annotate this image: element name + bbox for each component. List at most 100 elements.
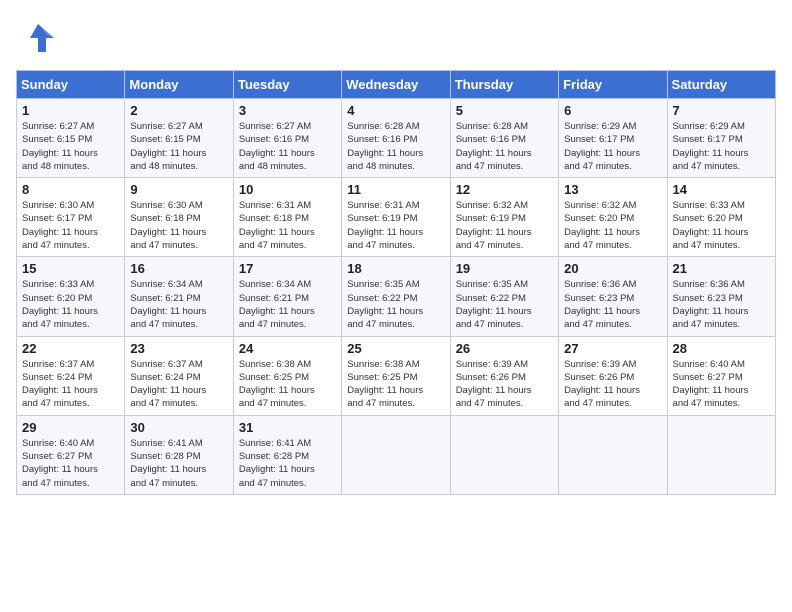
calendar-week-1: 1Sunrise: 6:27 AMSunset: 6:15 PMDaylight… xyxy=(17,99,776,178)
calendar-cell: 7 Sunrise: 6:29 AMSunset: 6:17 PMDaylight… xyxy=(667,99,775,178)
day-info: Sunrise: 6:40 AMSunset: 6:27 PMDaylight:… xyxy=(673,358,770,411)
weekday-header-friday: Friday xyxy=(559,71,667,99)
calendar-cell: 30 Sunrise: 6:41 AMSunset: 6:28 PMDayligh… xyxy=(125,415,233,494)
day-number: 12 xyxy=(456,182,553,197)
calendar-cell: 27 Sunrise: 6:39 AMSunset: 6:26 PMDayligh… xyxy=(559,336,667,415)
day-number: 29 xyxy=(22,420,119,435)
day-info: Sunrise: 6:28 AMSunset: 6:16 PMDaylight:… xyxy=(347,120,444,173)
day-info: Sunrise: 6:34 AMSunset: 6:21 PMDaylight:… xyxy=(130,278,227,331)
calendar-cell: 8 Sunrise: 6:30 AMSunset: 6:17 PMDaylight… xyxy=(17,178,125,257)
calendar-cell xyxy=(450,415,558,494)
calendar-cell: 10 Sunrise: 6:31 AMSunset: 6:18 PMDayligh… xyxy=(233,178,341,257)
calendar-cell: 18 Sunrise: 6:35 AMSunset: 6:22 PMDayligh… xyxy=(342,257,450,336)
day-info: Sunrise: 6:27 AMSunset: 6:16 PMDaylight:… xyxy=(239,120,336,173)
day-info: Sunrise: 6:32 AMSunset: 6:19 PMDaylight:… xyxy=(456,199,553,252)
day-info: Sunrise: 6:37 AMSunset: 6:24 PMDaylight:… xyxy=(130,358,227,411)
calendar-cell: 24 Sunrise: 6:38 AMSunset: 6:25 PMDayligh… xyxy=(233,336,341,415)
day-info: Sunrise: 6:30 AMSunset: 6:17 PMDaylight:… xyxy=(22,199,119,252)
day-info: Sunrise: 6:35 AMSunset: 6:22 PMDaylight:… xyxy=(456,278,553,331)
calendar-week-2: 8 Sunrise: 6:30 AMSunset: 6:17 PMDaylight… xyxy=(17,178,776,257)
day-number: 30 xyxy=(130,420,227,435)
day-info: Sunrise: 6:38 AMSunset: 6:25 PMDaylight:… xyxy=(347,358,444,411)
calendar-cell: 14 Sunrise: 6:33 AMSunset: 6:20 PMDayligh… xyxy=(667,178,775,257)
weekday-header-saturday: Saturday xyxy=(667,71,775,99)
calendar-cell: 17Sunrise: 6:34 AMSunset: 6:21 PMDayligh… xyxy=(233,257,341,336)
calendar-cell: 11 Sunrise: 6:31 AMSunset: 6:19 PMDayligh… xyxy=(342,178,450,257)
day-number: 15 xyxy=(22,261,119,276)
day-number: 20 xyxy=(564,261,661,276)
day-number: 25 xyxy=(347,341,444,356)
day-number: 23 xyxy=(130,341,227,356)
day-info: Sunrise: 6:31 AMSunset: 6:18 PMDaylight:… xyxy=(239,199,336,252)
day-number: 18 xyxy=(347,261,444,276)
day-number: 28 xyxy=(673,341,770,356)
day-info: Sunrise: 6:39 AMSunset: 6:26 PMDaylight:… xyxy=(456,358,553,411)
calendar-cell: 16Sunrise: 6:34 AMSunset: 6:21 PMDayligh… xyxy=(125,257,233,336)
day-number: 3 xyxy=(239,103,336,118)
calendar-cell: 6 Sunrise: 6:29 AMSunset: 6:17 PMDaylight… xyxy=(559,99,667,178)
calendar-cell: 22Sunrise: 6:37 AMSunset: 6:24 PMDayligh… xyxy=(17,336,125,415)
day-number: 4 xyxy=(347,103,444,118)
calendar-cell: 26 Sunrise: 6:39 AMSunset: 6:26 PMDayligh… xyxy=(450,336,558,415)
day-info: Sunrise: 6:41 AMSunset: 6:28 PMDaylight:… xyxy=(239,437,336,490)
calendar-cell: 9 Sunrise: 6:30 AMSunset: 6:18 PMDaylight… xyxy=(125,178,233,257)
weekday-header-wednesday: Wednesday xyxy=(342,71,450,99)
logo-icon xyxy=(16,16,60,60)
day-info: Sunrise: 6:33 AMSunset: 6:20 PMDaylight:… xyxy=(673,199,770,252)
calendar-cell: 29 Sunrise: 6:40 AMSunset: 6:27 PMDayligh… xyxy=(17,415,125,494)
day-info: Sunrise: 6:31 AMSunset: 6:19 PMDaylight:… xyxy=(347,199,444,252)
day-info: Sunrise: 6:35 AMSunset: 6:22 PMDaylight:… xyxy=(347,278,444,331)
calendar-cell: 12 Sunrise: 6:32 AMSunset: 6:19 PMDayligh… xyxy=(450,178,558,257)
calendar-cell: 13 Sunrise: 6:32 AMSunset: 6:20 PMDayligh… xyxy=(559,178,667,257)
day-info: Sunrise: 6:40 AMSunset: 6:27 PMDaylight:… xyxy=(22,437,119,490)
calendar-cell: 20Sunrise: 6:36 AMSunset: 6:23 PMDayligh… xyxy=(559,257,667,336)
day-number: 24 xyxy=(239,341,336,356)
calendar-cell: 21 Sunrise: 6:36 AMSunset: 6:23 PMDayligh… xyxy=(667,257,775,336)
logo xyxy=(16,16,62,60)
day-info: Sunrise: 6:41 AMSunset: 6:28 PMDaylight:… xyxy=(130,437,227,490)
day-number: 13 xyxy=(564,182,661,197)
calendar-week-3: 15 Sunrise: 6:33 AMSunset: 6:20 PMDayligh… xyxy=(17,257,776,336)
day-info: Sunrise: 6:38 AMSunset: 6:25 PMDaylight:… xyxy=(239,358,336,411)
day-number: 31 xyxy=(239,420,336,435)
calendar-cell: 19Sunrise: 6:35 AMSunset: 6:22 PMDayligh… xyxy=(450,257,558,336)
day-info: Sunrise: 6:33 AMSunset: 6:20 PMDaylight:… xyxy=(22,278,119,331)
calendar-cell: 23 Sunrise: 6:37 AMSunset: 6:24 PMDayligh… xyxy=(125,336,233,415)
day-number: 11 xyxy=(347,182,444,197)
day-number: 2 xyxy=(130,103,227,118)
day-number: 14 xyxy=(673,182,770,197)
calendar-cell: 5Sunrise: 6:28 AMSunset: 6:16 PMDaylight… xyxy=(450,99,558,178)
day-info: Sunrise: 6:36 AMSunset: 6:23 PMDaylight:… xyxy=(673,278,770,331)
day-info: Sunrise: 6:29 AMSunset: 6:17 PMDaylight:… xyxy=(564,120,661,173)
weekday-header-thursday: Thursday xyxy=(450,71,558,99)
calendar-cell: 2 Sunrise: 6:27 AMSunset: 6:15 PMDaylight… xyxy=(125,99,233,178)
day-number: 21 xyxy=(673,261,770,276)
calendar-cell: 28 Sunrise: 6:40 AMSunset: 6:27 PMDayligh… xyxy=(667,336,775,415)
weekday-header-tuesday: Tuesday xyxy=(233,71,341,99)
day-info: Sunrise: 6:27 AMSunset: 6:15 PMDaylight:… xyxy=(130,120,227,173)
weekday-header-monday: Monday xyxy=(125,71,233,99)
day-number: 8 xyxy=(22,182,119,197)
day-number: 6 xyxy=(564,103,661,118)
day-number: 10 xyxy=(239,182,336,197)
calendar-week-5: 29 Sunrise: 6:40 AMSunset: 6:27 PMDayligh… xyxy=(17,415,776,494)
calendar-cell: 31 Sunrise: 6:41 AMSunset: 6:28 PMDayligh… xyxy=(233,415,341,494)
calendar-cell: 25 Sunrise: 6:38 AMSunset: 6:25 PMDayligh… xyxy=(342,336,450,415)
day-info: Sunrise: 6:37 AMSunset: 6:24 PMDaylight:… xyxy=(22,358,119,411)
calendar-cell xyxy=(559,415,667,494)
day-info: Sunrise: 6:30 AMSunset: 6:18 PMDaylight:… xyxy=(130,199,227,252)
calendar-week-4: 22Sunrise: 6:37 AMSunset: 6:24 PMDayligh… xyxy=(17,336,776,415)
day-number: 5 xyxy=(456,103,553,118)
day-number: 7 xyxy=(673,103,770,118)
calendar-cell: 4 Sunrise: 6:28 AMSunset: 6:16 PMDaylight… xyxy=(342,99,450,178)
calendar-cell: 15 Sunrise: 6:33 AMSunset: 6:20 PMDayligh… xyxy=(17,257,125,336)
day-number: 27 xyxy=(564,341,661,356)
weekday-header-sunday: Sunday xyxy=(17,71,125,99)
day-number: 26 xyxy=(456,341,553,356)
calendar-cell xyxy=(667,415,775,494)
day-info: Sunrise: 6:29 AMSunset: 6:17 PMDaylight:… xyxy=(673,120,770,173)
day-info: Sunrise: 6:32 AMSunset: 6:20 PMDaylight:… xyxy=(564,199,661,252)
day-info: Sunrise: 6:34 AMSunset: 6:21 PMDaylight:… xyxy=(239,278,336,331)
day-info: Sunrise: 6:39 AMSunset: 6:26 PMDaylight:… xyxy=(564,358,661,411)
day-number: 9 xyxy=(130,182,227,197)
